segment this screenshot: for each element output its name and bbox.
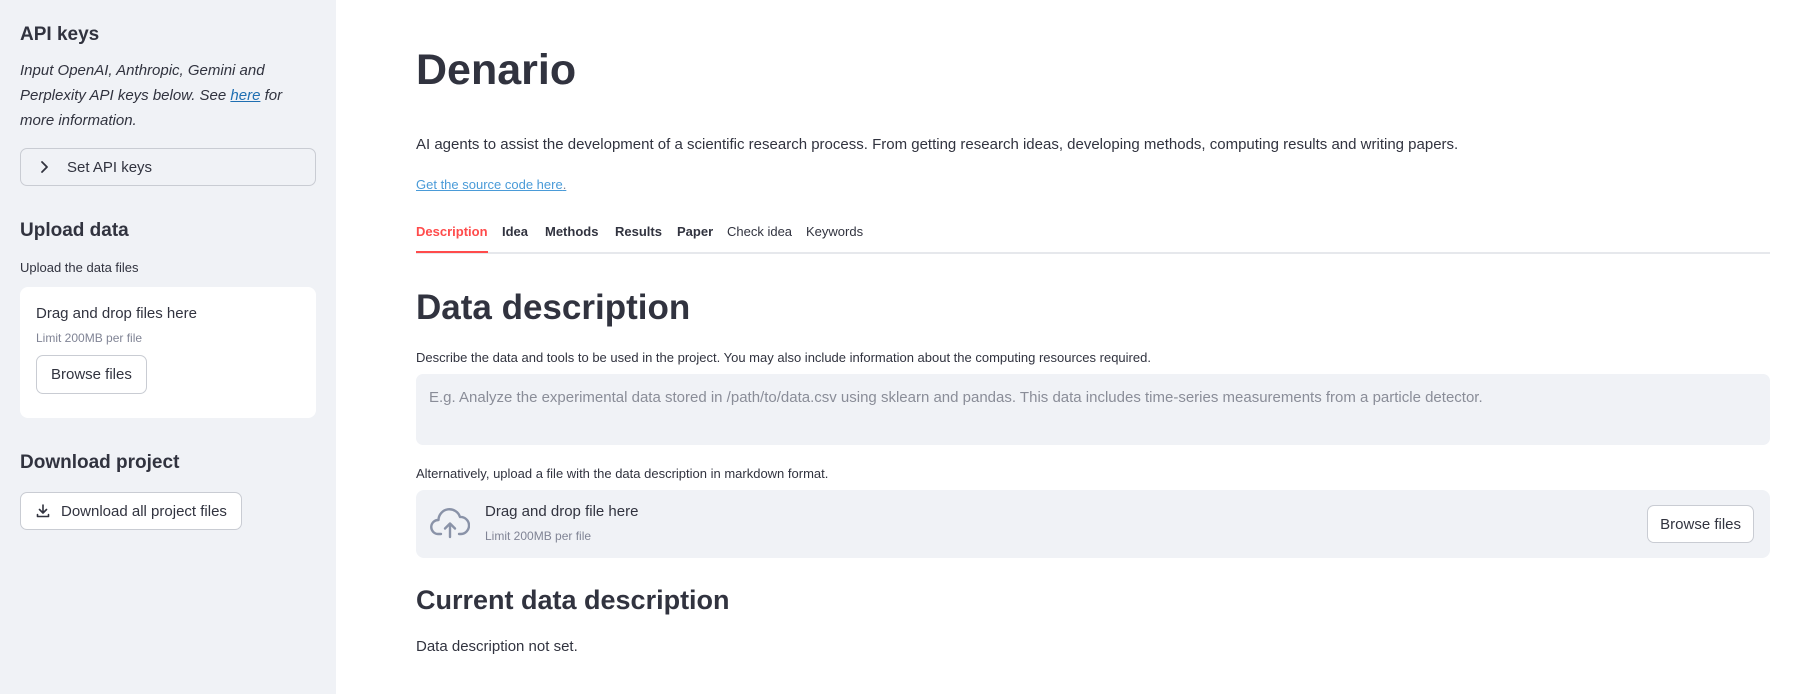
- api-keys-info-link[interactable]: here: [230, 87, 260, 104]
- set-api-keys-label: Set API keys: [67, 158, 153, 176]
- current-description-text: Data description not set.: [416, 638, 578, 655]
- chevron-right-icon: [37, 160, 55, 174]
- source-code-link-suffix: .: [562, 177, 567, 192]
- download-project-section: Download project Download all project fi…: [20, 452, 316, 530]
- browse-files-button[interactable]: Browse files: [1647, 505, 1754, 543]
- data-description-input[interactable]: [416, 374, 1770, 445]
- page-title: Denario: [416, 46, 577, 94]
- description-file-uploader[interactable]: Drag and drop file here Limit 200MB per …: [416, 490, 1770, 558]
- source-code-link[interactable]: Get the source code here: [416, 177, 563, 192]
- current-description-title: Current data description: [416, 585, 730, 615]
- download-project-heading: Download project: [20, 452, 180, 473]
- upload-data-label: Upload the data files: [20, 260, 139, 275]
- tab-check-idea[interactable]: Check idea: [727, 224, 792, 251]
- sidebar: API keys Input OpenAI, Anthropic, Gemini…: [0, 0, 336, 694]
- sidebar-browse-files-button[interactable]: Browse files: [36, 355, 147, 394]
- sidebar-file-uploader[interactable]: Drag and drop files here Limit 200MB per…: [20, 287, 316, 418]
- tab-bar: Description Idea Methods Results Paper C…: [416, 210, 1770, 254]
- source-code-link-wrap: Get the source code here.: [416, 177, 566, 192]
- cloud-upload-icon: [430, 506, 471, 545]
- download-icon: [35, 503, 51, 519]
- section-title: Data description: [416, 288, 691, 327]
- tab-keywords[interactable]: Keywords: [806, 224, 863, 251]
- sidebar-drop-text: Drag and drop files here: [36, 305, 197, 322]
- tab-paper[interactable]: Paper: [677, 224, 713, 251]
- tab-description[interactable]: Description: [416, 224, 488, 253]
- alternative-upload-label: Alternatively, upload a file with the da…: [416, 466, 829, 481]
- upload-data-section: Upload data Upload the data files Drag a…: [20, 220, 316, 418]
- api-keys-info: Input OpenAI, Anthropic, Gemini and Perp…: [20, 58, 316, 133]
- download-all-button[interactable]: Download all project files: [20, 492, 242, 530]
- description-label: Describe the data and tools to be used i…: [416, 350, 1151, 365]
- sidebar-limit-text: Limit 200MB per file: [36, 331, 143, 345]
- api-keys-info-text: Input OpenAI, Anthropic, Gemini and Perp…: [20, 62, 265, 104]
- set-api-keys-expander[interactable]: Set API keys: [20, 148, 316, 186]
- tab-methods[interactable]: Methods: [545, 224, 598, 251]
- download-all-label: Download all project files: [61, 502, 227, 520]
- tab-results[interactable]: Results: [615, 224, 662, 251]
- page-subtitle: AI agents to assist the development of a…: [416, 136, 1459, 153]
- upload-data-heading: Upload data: [20, 220, 129, 241]
- dropzone-drop-text: Drag and drop file here: [485, 503, 639, 520]
- api-keys-heading: API keys: [20, 24, 100, 45]
- dropzone-limit-text: Limit 200MB per file: [485, 529, 592, 543]
- tab-idea[interactable]: Idea: [502, 224, 528, 251]
